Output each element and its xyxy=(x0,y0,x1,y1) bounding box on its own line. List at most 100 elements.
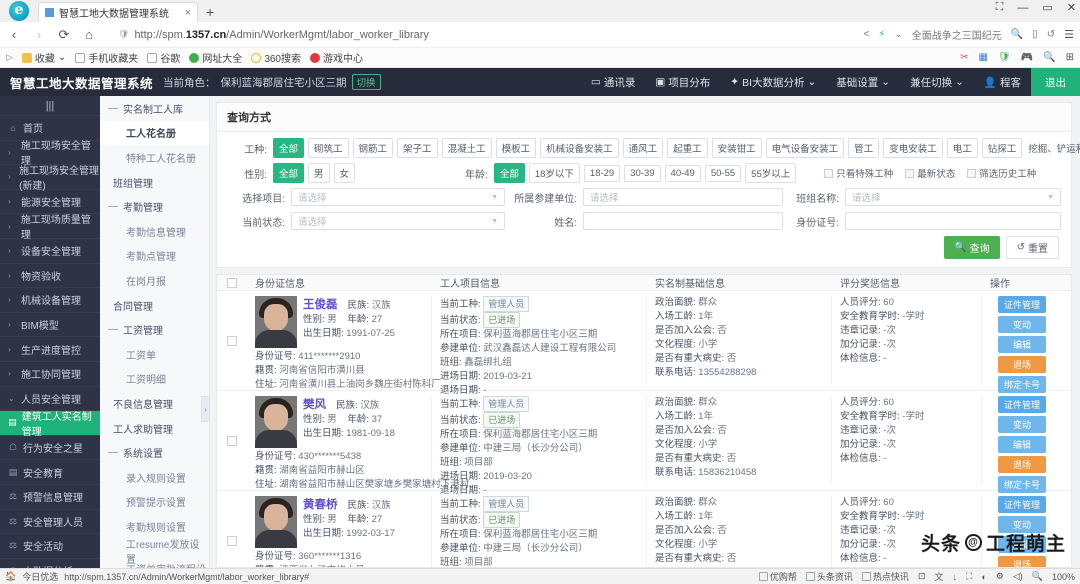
close-icon[interactable]: × xyxy=(185,7,191,19)
worktype-chip-all[interactable]: 全部 xyxy=(273,138,305,158)
checkbox-special-worktype[interactable]: 只看特殊工种 xyxy=(824,166,893,180)
status-left-label[interactable]: 今日优选 xyxy=(22,570,58,583)
submenu-item-salary-sheet[interactable]: 工资单 xyxy=(100,342,209,367)
hot-news-button[interactable]: 热点快讯 xyxy=(861,570,909,583)
capture-icon[interactable]: ▦ xyxy=(979,52,988,63)
age-chip[interactable]: 18岁以下 xyxy=(528,163,580,183)
screenshot-icon[interactable]: ⊡ xyxy=(918,571,926,582)
scissors-icon[interactable]: ✂ xyxy=(960,52,968,63)
worktype-chip[interactable]: 模板工 xyxy=(495,138,537,158)
submenu-group-salary[interactable]: — 工资管理 xyxy=(100,317,209,342)
settings-icon[interactable]: ⚙ xyxy=(996,571,1004,582)
submenu-group-worker-library[interactable]: — 实名制工人库 xyxy=(100,96,209,121)
sidebar-item-site-quality[interactable]: › 施工现场质量管理 xyxy=(0,214,100,241)
game-icon[interactable]: 🎮 xyxy=(1021,52,1033,63)
restore-icon[interactable]: ⛶ xyxy=(996,1,1004,14)
submenu-group-contract[interactable]: 合同管理 xyxy=(100,293,209,318)
zoom-level[interactable]: 100% xyxy=(1052,572,1075,582)
submenu-item-attendance-info[interactable]: 考勤信息管理 xyxy=(100,219,209,244)
worker-name[interactable]: 樊风 xyxy=(303,396,326,412)
close-window-icon[interactable]: ✕ xyxy=(1067,1,1076,14)
browser-tab[interactable]: 智慧工地大数据管理系统 × xyxy=(38,2,198,22)
sidebar-item-equipment-safety[interactable]: › 设备安全管理 xyxy=(0,239,100,264)
back-icon[interactable]: ‹ xyxy=(6,27,22,42)
submenu-item-alert-settings[interactable]: 预警提示设置 xyxy=(100,490,209,515)
select-all-checkbox[interactable] xyxy=(227,277,237,288)
sidebar-item-production-progress[interactable]: › 生产进度管控 xyxy=(0,337,100,362)
worker-name[interactable]: 王俊磊 xyxy=(303,296,338,312)
bookmarks-expand-icon[interactable]: ▷ xyxy=(6,52,13,63)
shopping-helper-button[interactable]: 优购帮 xyxy=(758,570,797,583)
sidebar-item-behavior-star[interactable]: ☖ 行为安全之星 xyxy=(0,436,100,461)
gender-chip-male[interactable]: 男 xyxy=(308,163,330,183)
shield-icon[interactable]: 🛡 xyxy=(998,52,1011,63)
minimize-icon[interactable]: — xyxy=(1017,2,1028,14)
submenu-item-worker-roster[interactable]: 工人花名册 xyxy=(100,120,209,146)
mobile-view-icon[interactable]: ▯ xyxy=(1032,29,1038,40)
submenu-item-special-worker-roster[interactable]: 特种工人花名册 xyxy=(100,145,209,170)
bookmark-item[interactable]: 谷歌 xyxy=(147,50,180,65)
bolt-icon[interactable]: ⚡ xyxy=(878,29,885,40)
home-icon[interactable]: 🏠 xyxy=(5,571,16,582)
bookmark-item[interactable]: 游戏中心 xyxy=(310,50,363,65)
team-select[interactable]: 请选择 ▼ xyxy=(845,188,1061,206)
logout-button[interactable]: 退出 xyxy=(1031,68,1080,96)
download-icon[interactable]: ↓ xyxy=(953,572,958,582)
sidebar-toggle-handle[interactable]: › xyxy=(201,396,210,422)
worktype-chip[interactable]: 变电安装工 xyxy=(883,138,943,158)
age-chip-all[interactable]: 全部 xyxy=(493,163,525,183)
worktype-chip[interactable]: 钢筋工 xyxy=(352,138,394,158)
header-item-bi-analysis[interactable]: ✦ BI大数据分析 ⌄ xyxy=(720,75,826,90)
submenu-item-salary-approval-flow[interactable]: 工资单审批流程设置 xyxy=(100,563,209,568)
project-select[interactable]: 请选择 ▼ xyxy=(291,188,505,206)
checkbox-history-worktype[interactable]: 筛选历史工种 xyxy=(967,166,1036,180)
header-item-basic-settings[interactable]: 基础设置 ⌄ xyxy=(826,75,900,90)
worktype-chip[interactable]: 机械设备安装工 xyxy=(540,138,619,158)
chevron-down-icon[interactable]: ⌄ xyxy=(894,29,902,40)
submenu-item-attendance-point[interactable]: 考勤点管理 xyxy=(100,244,209,269)
sidebar-item-safety-activity[interactable]: ⚖ 安全活动 xyxy=(0,534,100,559)
worker-name[interactable]: 黄春桥 xyxy=(303,496,338,512)
worktype-chip[interactable]: 钻探工 xyxy=(981,138,1023,158)
worktype-chip[interactable]: 安装钳工 xyxy=(711,138,762,158)
home-icon[interactable]: ⌂ xyxy=(81,27,97,42)
sidebar-item-site-safety-new[interactable]: › 施工现场安全管理(新建) xyxy=(0,165,100,192)
sidebar-item-big-data[interactable]: ⚖大数据分析 xyxy=(0,559,100,568)
sidebar-collapse-icon[interactable]: ||| xyxy=(0,96,100,116)
reset-button[interactable]: ↺ 重置 xyxy=(1005,236,1059,259)
header-item-project-map[interactable]: ▣ 项目分布 xyxy=(645,75,720,90)
edit-button[interactable]: 编辑 xyxy=(998,336,1046,353)
submenu-item-salary-detail[interactable]: 工资明细 xyxy=(100,367,209,392)
share-icon[interactable]: < xyxy=(864,29,870,40)
submenu-item-entry-rules[interactable]: 录入规则设置 xyxy=(100,465,209,490)
sidebar-item-bim[interactable]: › BIM模型 xyxy=(0,313,100,338)
worktype-chip[interactable]: 砌筑工 xyxy=(308,138,349,158)
submenu-item-monthly-report[interactable]: 在岗月报 xyxy=(100,268,209,293)
header-item-contacts[interactable]: ▭ 通讯录 xyxy=(581,75,645,90)
worktype-chip[interactable]: 起重工 xyxy=(667,138,708,158)
gender-chip-female[interactable]: 女 xyxy=(333,163,356,183)
sidebar-item-safety-staff[interactable]: ⚖ 安全管理人员 xyxy=(0,510,100,535)
gender-chip-all[interactable]: 全部 xyxy=(273,163,305,183)
submenu-group-system-settings[interactable]: — 系统设置 xyxy=(100,440,209,465)
sidebar-item-machinery[interactable]: › 机械设备管理 xyxy=(0,288,100,313)
eyecare-icon[interactable]: ◐ xyxy=(981,572,986,582)
worktype-chip[interactable]: 通风工 xyxy=(622,138,664,158)
new-tab-button[interactable]: + xyxy=(206,4,214,20)
news-button[interactable]: 头条资讯 xyxy=(805,570,853,583)
age-chip[interactable]: 30-39 xyxy=(624,164,661,182)
menu-icon[interactable]: ☰ xyxy=(1064,28,1074,41)
exit-button[interactable]: 退场 xyxy=(998,556,1046,567)
submenu-item-salary-issue-settings[interactable]: 工resume发放设置 xyxy=(100,539,209,566)
age-chip[interactable]: 55岁以上 xyxy=(745,163,797,183)
cert-mgmt-button[interactable]: 证件管理 xyxy=(998,396,1046,413)
search-button[interactable]: 🔍 查询 xyxy=(944,236,1000,259)
change-button[interactable]: 变动 xyxy=(998,416,1046,433)
worktype-chip[interactable]: 挖掘、铲运和桩工机械司机 xyxy=(1026,139,1080,157)
edit-button[interactable]: 编辑 xyxy=(998,436,1046,453)
idcard-input[interactable] xyxy=(845,212,1061,230)
history-icon[interactable]: ↺ xyxy=(1047,29,1055,40)
header-item-user[interactable]: 👤 程客 xyxy=(974,75,1031,90)
search-icon[interactable]: 🔍 xyxy=(1043,52,1055,63)
name-input[interactable] xyxy=(583,212,783,230)
